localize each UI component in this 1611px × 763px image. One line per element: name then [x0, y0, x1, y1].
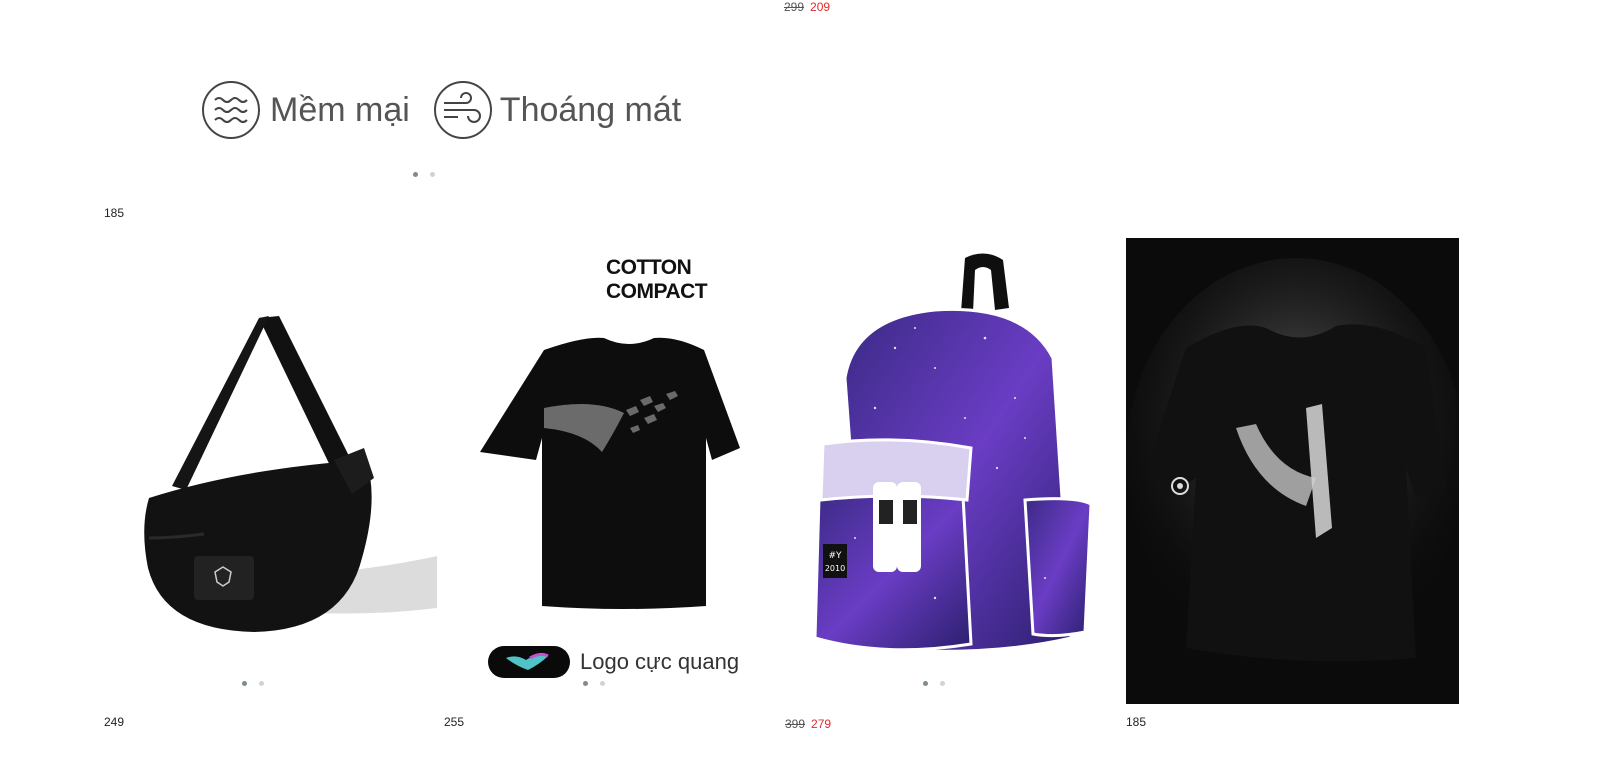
logo-banner-caption: Logo cực quang	[580, 649, 740, 674]
carousel-dots	[923, 681, 945, 686]
carousel-dot[interactable]	[940, 681, 945, 686]
logo-banner: Logo cực quang	[488, 646, 739, 678]
partial-price: 299 209	[784, 0, 830, 16]
product-price: 399 279	[785, 715, 831, 733]
product-image-waist-bag[interactable]	[104, 238, 437, 704]
carousel-dots	[583, 681, 605, 686]
sale-price: 209	[810, 0, 831, 14]
carousel-dot[interactable]	[923, 681, 928, 686]
carousel-dots	[242, 681, 264, 686]
waves-icon	[202, 81, 260, 139]
product-price: 255	[444, 715, 465, 729]
tshirt-illustration	[480, 337, 740, 609]
carousel-dot[interactable]	[430, 172, 435, 177]
carousel-dot[interactable]	[259, 681, 264, 686]
backpack-illustration: #Y 2010	[813, 253, 1093, 653]
carousel-dot[interactable]	[583, 681, 588, 686]
product-image-bat-tshirt[interactable]: COTTON COMPACT Logo cực quang	[444, 238, 777, 704]
svg-text:2010: 2010	[825, 564, 845, 573]
product-price: 185	[104, 206, 125, 220]
product-price: 249	[104, 715, 125, 729]
product-price: 185	[1126, 715, 1147, 729]
feature-label-soft: Mềm mại	[270, 90, 410, 129]
product-image-galaxy-backpack[interactable]: #Y 2010	[785, 238, 1118, 704]
sale-price: 279	[811, 717, 832, 731]
old-price: 399	[785, 717, 806, 731]
product-image-smoke-tshirt[interactable]	[1126, 238, 1459, 704]
old-price: 299	[784, 0, 805, 14]
feature-label-airy: Thoáng mát	[499, 90, 682, 129]
carousel-dots	[413, 172, 435, 177]
carousel-dot[interactable]	[242, 681, 247, 686]
pocket-tag-text: #Y	[828, 551, 842, 561]
feature-banner: Mềm mại Thoáng mát	[200, 70, 700, 150]
carousel-dot[interactable]	[413, 172, 418, 177]
smoke-tshirt-illustration	[1126, 258, 1459, 662]
wind-icon	[433, 81, 492, 139]
carousel-dot[interactable]	[600, 681, 605, 686]
waist-bag-illustration	[144, 316, 437, 632]
aurora-logo-icon	[488, 646, 570, 678]
